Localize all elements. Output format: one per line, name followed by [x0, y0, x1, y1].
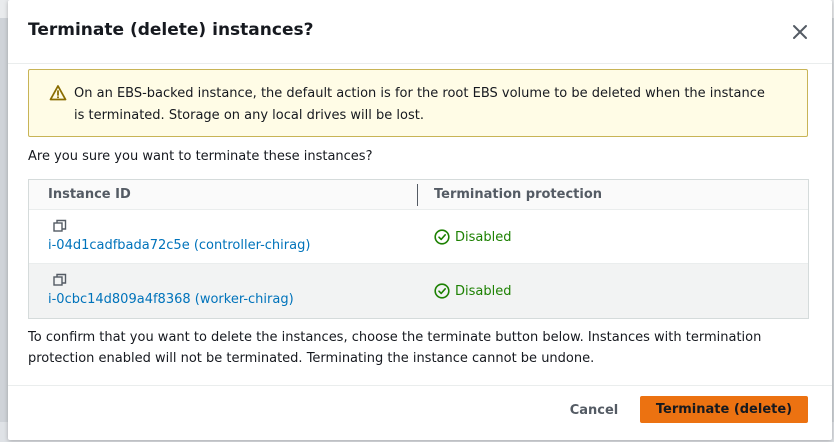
- copy-icon[interactable]: [53, 218, 67, 232]
- terminate-button[interactable]: Terminate (delete): [640, 396, 808, 423]
- check-circle-icon: [434, 229, 450, 245]
- dialog-title: Terminate (delete) instances?: [28, 20, 314, 40]
- dialog-footer: Cancel Terminate (delete): [8, 385, 832, 440]
- warning-triangle-icon: [49, 84, 67, 102]
- close-icon[interactable]: [788, 20, 812, 44]
- instance-id-link[interactable]: i-0cbc14d809a4f8368 (worker-chirag): [48, 292, 294, 307]
- instance-id-link[interactable]: i-04d1cadfbada72c5e (controller-chirag): [48, 238, 310, 253]
- status-label: Disabled: [455, 283, 512, 299]
- confirmation-question: Are you sure you want to terminate these…: [28, 149, 373, 164]
- column-divider[interactable]: [417, 184, 418, 206]
- termination-protection-status: Disabled: [434, 229, 511, 245]
- column-header-termination-protection: Termination protection: [434, 187, 603, 202]
- copy-icon[interactable]: [53, 272, 67, 286]
- instances-table: Instance ID Termination protection i-04d…: [28, 179, 809, 319]
- warning-text: On an EBS-backed instance, the default a…: [74, 86, 765, 123]
- terminate-dialog: Terminate (delete) instances? On an EBS-…: [8, 0, 832, 440]
- termination-protection-status: Disabled: [434, 283, 511, 299]
- status-label: Disabled: [455, 229, 512, 245]
- table-header: Instance ID Termination protection: [29, 180, 808, 210]
- column-header-instance-id: Instance ID: [48, 187, 131, 202]
- table-row: i-0cbc14d809a4f8368 (worker-chirag) Disa…: [29, 264, 808, 318]
- warning-alert: On an EBS-backed instance, the default a…: [28, 69, 808, 137]
- table-row: i-04d1cadfbada72c5e (controller-chirag) …: [29, 210, 808, 264]
- check-circle-icon: [434, 283, 450, 299]
- cancel-button[interactable]: Cancel: [560, 397, 628, 423]
- dialog-header: Terminate (delete) instances?: [8, 0, 832, 64]
- confirmation-instructions: To confirm that you want to delete the i…: [28, 330, 762, 366]
